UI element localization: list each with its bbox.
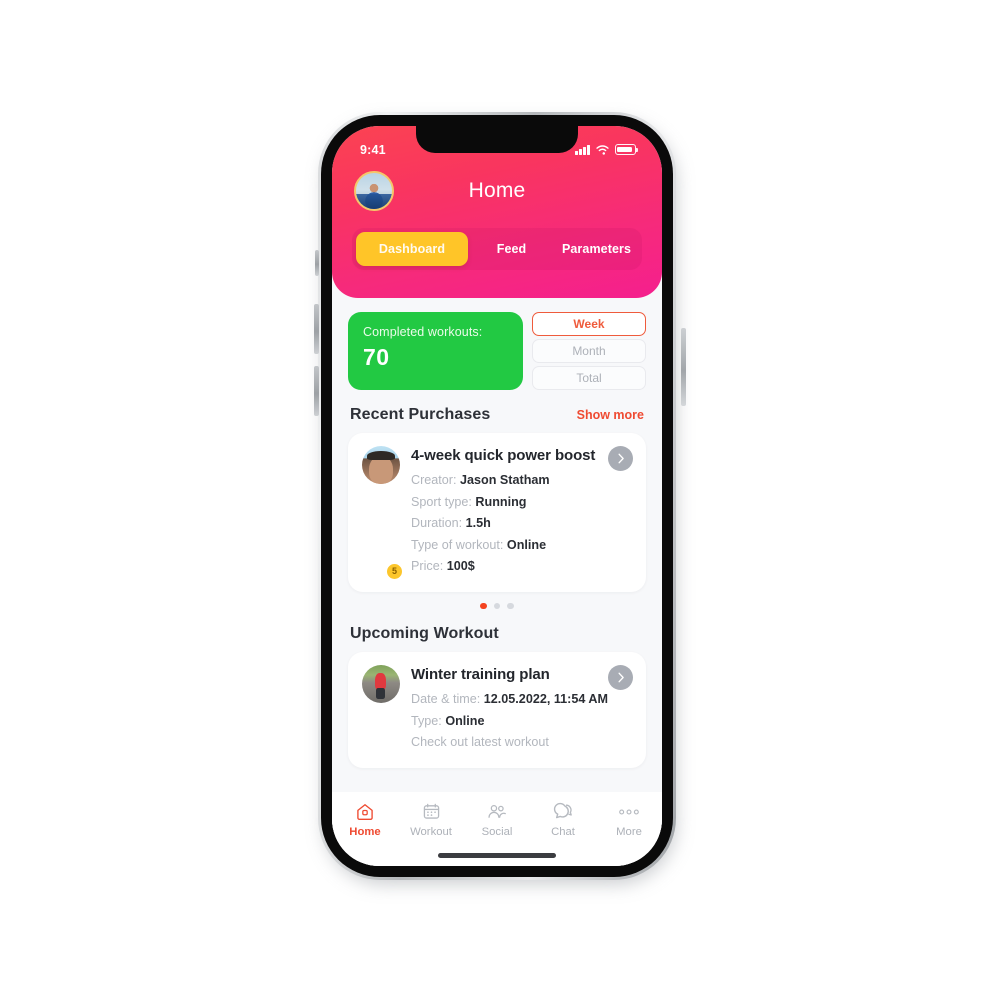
calendar-icon [422, 801, 441, 822]
user-avatar[interactable] [354, 171, 394, 211]
period-month[interactable]: Month [532, 339, 646, 363]
upcoming-workout-header: Upcoming Workout [332, 609, 662, 652]
volume-down-button[interactable] [314, 366, 319, 416]
tab-bar-item-workout[interactable]: Workout [398, 801, 464, 838]
purchase-row-sport-label: Sport type: [411, 494, 472, 509]
status-bar-time: 9:41 [360, 142, 386, 157]
purchase-row-creator: Creator: Jason Statham [411, 470, 632, 492]
carousel-dots [332, 592, 662, 609]
purchase-row-type-value: Online [506, 537, 547, 552]
stats-row: Completed workouts: 70 Week Month Total [332, 298, 662, 390]
upcoming-workout-card[interactable]: Winter training plan Date & time: 12.05.… [348, 652, 646, 768]
tab-parameters[interactable]: Parameters [555, 232, 638, 266]
chat-bubble-icon [553, 801, 574, 822]
mute-switch-button[interactable] [315, 250, 319, 276]
purchase-row-sport-value: Running [475, 494, 527, 509]
workout-row-type-value: Online [445, 713, 485, 728]
purchase-row-type-label: Type of workout: [411, 537, 504, 552]
tab-bar-item-home[interactable]: Home [332, 801, 398, 838]
power-button[interactable] [681, 328, 686, 406]
ellipsis-icon [618, 801, 640, 822]
purchase-card-content: 4-week quick power boost Creator: Jason … [411, 446, 632, 578]
home-indicator[interactable] [438, 853, 556, 858]
purchase-row-duration: Duration: 1.5h [411, 513, 632, 535]
status-bar-icons [575, 144, 638, 155]
screen-notch [416, 126, 578, 153]
tab-bar-label-more: More [616, 826, 642, 838]
completed-workouts-value: 70 [363, 344, 390, 370]
purchase-card[interactable]: 5 4-week quick power boost Creator: Jaso… [348, 433, 646, 592]
completed-workouts-label: Completed workouts: [363, 325, 483, 339]
tab-bar-item-more[interactable]: More [596, 801, 662, 838]
tab-bar-label-home: Home [349, 826, 381, 838]
phone-mockup: 9:41 Home Dashboard Feed Parameters Comp… [314, 112, 686, 888]
workout-avatar-wrapper [362, 665, 400, 754]
upcoming-workout-card-title: Winter training plan [411, 666, 550, 683]
rating-badge: 5 [386, 562, 403, 580]
purchase-row-sport: Sport type: Running [411, 492, 632, 514]
cellular-signal-icon [575, 144, 590, 155]
recent-purchases-title: Recent Purchases [350, 406, 491, 423]
workout-card-footer: Check out latest workout [411, 735, 549, 749]
volume-up-button[interactable] [314, 304, 319, 354]
workout-row-type-label: Type: [411, 713, 442, 728]
creator-avatar-wrapper: 5 [362, 446, 403, 580]
upcoming-workout-content: Winter training plan Date & time: 12.05.… [411, 665, 632, 754]
purchase-row-price: Price: 100$ [411, 556, 632, 578]
purchase-row-creator-value: Jason Statham [460, 473, 550, 487]
purchase-row-duration-value: 1.5h [465, 516, 491, 530]
workout-row-datetime-value: 12.05.2022, 11:54 AM [483, 692, 608, 706]
segmented-control-wrapper: Dashboard Feed Parameters [332, 220, 662, 270]
purchase-card-title: 4-week quick power boost [411, 447, 596, 464]
phone-screen: 9:41 Home Dashboard Feed Parameters Comp… [332, 126, 662, 866]
chevron-right-icon[interactable] [608, 446, 633, 471]
workout-row-datetime-label: Date & time: [411, 692, 481, 706]
creator-avatar [362, 446, 400, 484]
recent-purchases-header: Recent Purchases Show more [332, 390, 662, 433]
home-icon [355, 801, 375, 822]
tab-dashboard[interactable]: Dashboard [356, 232, 468, 266]
app-content: Completed workouts: 70 Week Month Total … [332, 298, 662, 866]
show-more-link[interactable]: Show more [577, 408, 644, 422]
battery-icon [615, 144, 638, 155]
purchase-row-creator-label: Creator: [411, 473, 457, 487]
chevron-right-icon[interactable] [608, 665, 633, 690]
upcoming-workout-title: Upcoming Workout [350, 625, 499, 642]
segmented-control: Dashboard Feed Parameters [352, 228, 642, 270]
period-week[interactable]: Week [532, 312, 646, 336]
people-icon [486, 801, 508, 822]
period-filter-group: Week Month Total [532, 312, 646, 390]
carousel-dot-3[interactable] [507, 602, 514, 609]
purchase-row-price-value: 100$ [446, 559, 475, 573]
tab-bar-item-chat[interactable]: Chat [530, 801, 596, 838]
tab-bar-label-chat: Chat [551, 826, 575, 838]
period-total[interactable]: Total [532, 366, 646, 390]
header-row: Home [332, 160, 662, 220]
tab-feed[interactable]: Feed [470, 232, 553, 266]
workout-row-type: Type: Online [411, 711, 632, 733]
tab-bar-label-social: Social [481, 826, 513, 838]
carousel-dot-1[interactable] [480, 602, 487, 609]
tab-bar-label-workout: Workout [410, 826, 452, 838]
tab-bar-item-social[interactable]: Social [464, 801, 530, 838]
purchase-row-price-label: Price: [411, 559, 444, 573]
purchase-row-duration-label: Duration: [411, 516, 463, 530]
completed-workouts-card[interactable]: Completed workouts: 70 [348, 312, 523, 390]
workout-avatar [362, 665, 400, 703]
workout-row-datetime: Date & time: 12.05.2022, 11:54 AM [411, 689, 632, 711]
wifi-icon [596, 145, 609, 155]
purchase-row-type: Type of workout: Online [411, 535, 632, 557]
